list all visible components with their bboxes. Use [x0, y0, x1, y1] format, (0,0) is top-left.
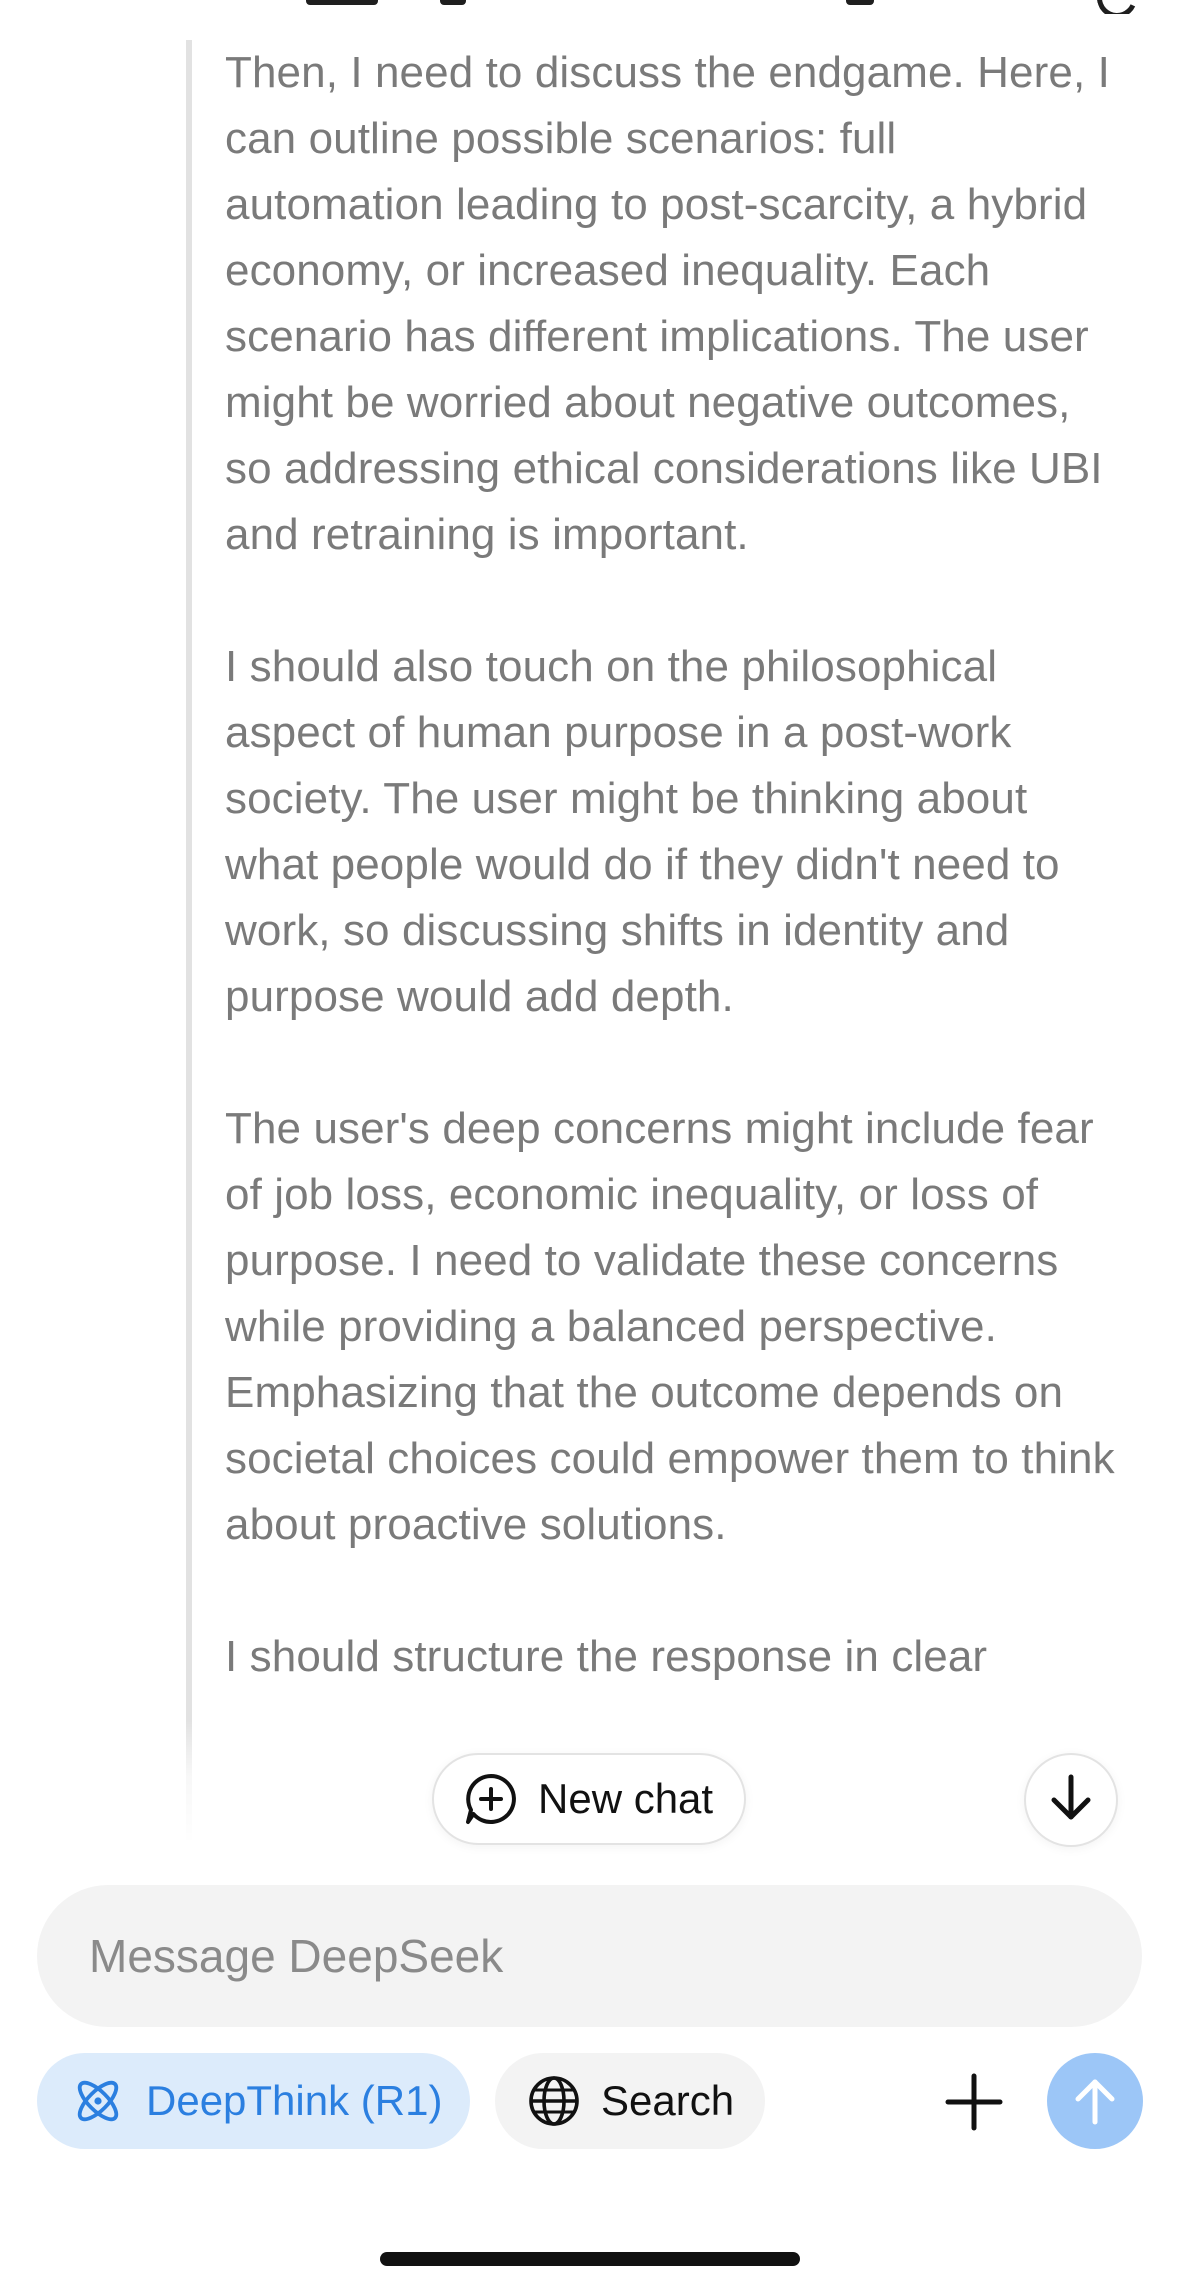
- heading-fragment: [1091, 0, 1143, 14]
- clipped-heading: [0, 0, 1179, 14]
- thinking-paragraph: I should structure the response in clear: [225, 1632, 988, 1681]
- deepthink-toggle[interactable]: DeepThink (R1): [37, 2053, 470, 2149]
- message-input[interactable]: [87, 1928, 1142, 1984]
- send-button[interactable]: [1047, 2053, 1143, 2149]
- globe-icon: [527, 2074, 581, 2128]
- plus-icon: [945, 2073, 1003, 2131]
- home-indicator: [380, 2252, 800, 2266]
- thinking-paragraph: Then, I need to discuss the endgame. Her…: [225, 48, 1110, 559]
- heading-fragment: [440, 0, 466, 5]
- arrow-up-icon: [1073, 2076, 1117, 2126]
- message-composer[interactable]: [37, 1885, 1142, 2027]
- chat-plus-icon: [464, 1772, 518, 1826]
- new-chat-label: New chat: [538, 1775, 714, 1822]
- search-toggle[interactable]: Search: [495, 2053, 765, 2149]
- attach-button[interactable]: [945, 2073, 1003, 2131]
- thinking-paragraph: The user's deep concerns might include f…: [225, 1104, 1115, 1549]
- new-chat-button[interactable]: New chat: [432, 1753, 746, 1845]
- heading-fragment: [306, 0, 378, 5]
- deepthink-label: DeepThink (R1): [146, 2077, 443, 2124]
- scroll-to-bottom-button[interactable]: [1024, 1753, 1118, 1847]
- atom-icon: [70, 2073, 126, 2129]
- arrow-down-icon: [1048, 1773, 1094, 1828]
- search-label: Search: [601, 2077, 735, 2124]
- thinking-paragraph: I should also touch on the philosophical…: [225, 642, 1060, 1021]
- chat-screen: Then, I need to discuss the endgame. Her…: [0, 0, 1179, 2293]
- heading-fragment: [846, 0, 874, 5]
- thinking-block: Then, I need to discuss the endgame. Her…: [186, 40, 1126, 1840]
